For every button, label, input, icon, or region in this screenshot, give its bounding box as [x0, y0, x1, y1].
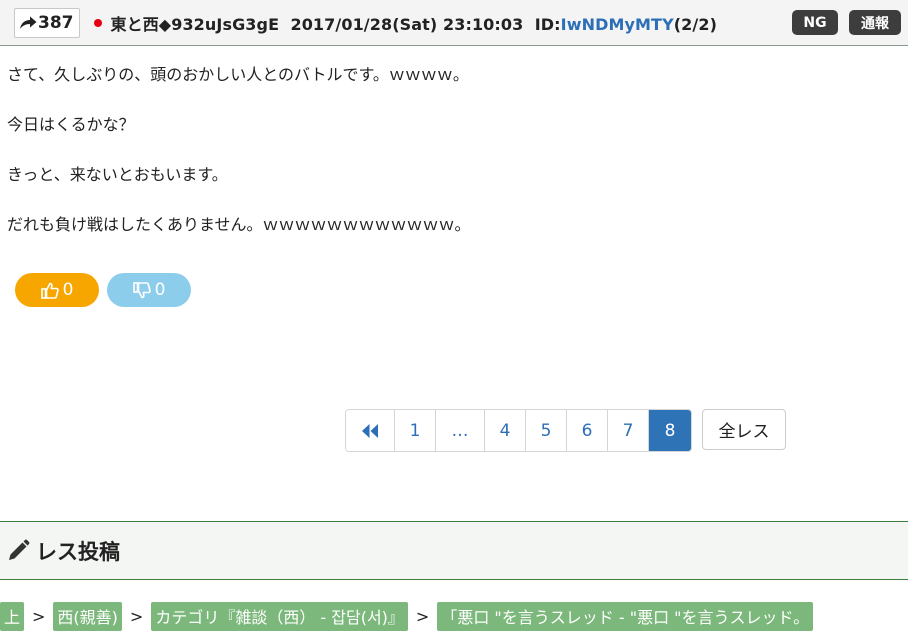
page-link-6[interactable]: 6: [567, 410, 608, 451]
id-label: ID:: [534, 14, 561, 34]
breadcrumb-separator: >: [32, 606, 46, 626]
pencil-icon: [9, 539, 30, 560]
report-button[interactable]: 通報: [849, 10, 901, 35]
page-link-7[interactable]: 7: [608, 410, 649, 451]
post-line: だれも負け戦はしたくありません。ｗｗｗｗｗｗｗｗｗｗｗｗ。: [7, 215, 471, 234]
author-name: 東と西◆932uJsG3gE: [110, 14, 280, 34]
post-body: さて、久しぶりの、頭のおかしい人とのバトルです。ｗｗｗｗ。 今日はくるかな？ き…: [7, 58, 471, 258]
breadcrumb: 上 > 西(親善) > カテゴリ『雑談（西） - 잡담(서)』 > 「悪口 "を…: [0, 601, 814, 631]
page-link-5[interactable]: 5: [526, 410, 567, 451]
all-replies-button[interactable]: 全レス: [702, 409, 786, 450]
breadcrumb-separator: >: [415, 606, 430, 626]
post-number: 387: [38, 12, 74, 33]
id-count: (2/2): [673, 14, 717, 34]
page-link-1[interactable]: 1: [395, 410, 436, 451]
post-line: きっと、来ないとおもいます。: [7, 165, 228, 184]
post-meta: 東と西◆932uJsG3gE 2017/01/28(Sat) 23:10:03 …: [111, 11, 718, 35]
page-link-4[interactable]: 4: [485, 410, 526, 451]
post-header: 387 東と西◆932uJsG3gE 2017/01/28(Sat) 23:10…: [0, 0, 908, 46]
reply-section-header: レス投稿: [0, 521, 908, 580]
ng-button[interactable]: NG: [792, 10, 838, 35]
dislike-count: 0: [154, 280, 166, 300]
share-arrow-icon: [20, 16, 37, 29]
page-ellipsis: …: [436, 410, 485, 451]
pagination: 1 … 4 5 6 7 8: [345, 409, 692, 452]
double-chevron-left-icon: [362, 423, 378, 438]
page-link-8-current[interactable]: 8: [649, 410, 691, 451]
thumbs-down-icon: [132, 281, 151, 298]
thumbs-up-icon: [40, 282, 59, 299]
breadcrumb-board[interactable]: 西(親善): [53, 601, 122, 631]
user-id-link[interactable]: IwNDMyMTY: [561, 15, 674, 34]
first-page-button[interactable]: [346, 410, 395, 451]
section-title: レス投稿: [36, 539, 120, 564]
breadcrumb-thread[interactable]: 「悪口 "を言うスレッド - "悪口 "を言うスレッド。: [437, 601, 814, 631]
breadcrumb-top[interactable]: 上: [0, 601, 25, 631]
reply-number-button[interactable]: 387: [14, 7, 80, 38]
post-date: 2017/01/28(Sat) 23:10:03: [290, 14, 524, 34]
post-line: 今日はくるかな？: [7, 115, 135, 134]
japan-flag-icon: [93, 18, 102, 27]
breadcrumb-category[interactable]: カテゴリ『雑談（西） - 잡담(서)』: [151, 601, 408, 631]
breadcrumb-separator: >: [129, 606, 144, 626]
like-count: 0: [62, 280, 74, 300]
dislike-button[interactable]: 0: [107, 273, 191, 307]
post-line: さて、久しぶりの、頭のおかしい人とのバトルです。ｗｗｗｗ。: [7, 65, 469, 84]
like-button[interactable]: 0: [15, 273, 99, 307]
